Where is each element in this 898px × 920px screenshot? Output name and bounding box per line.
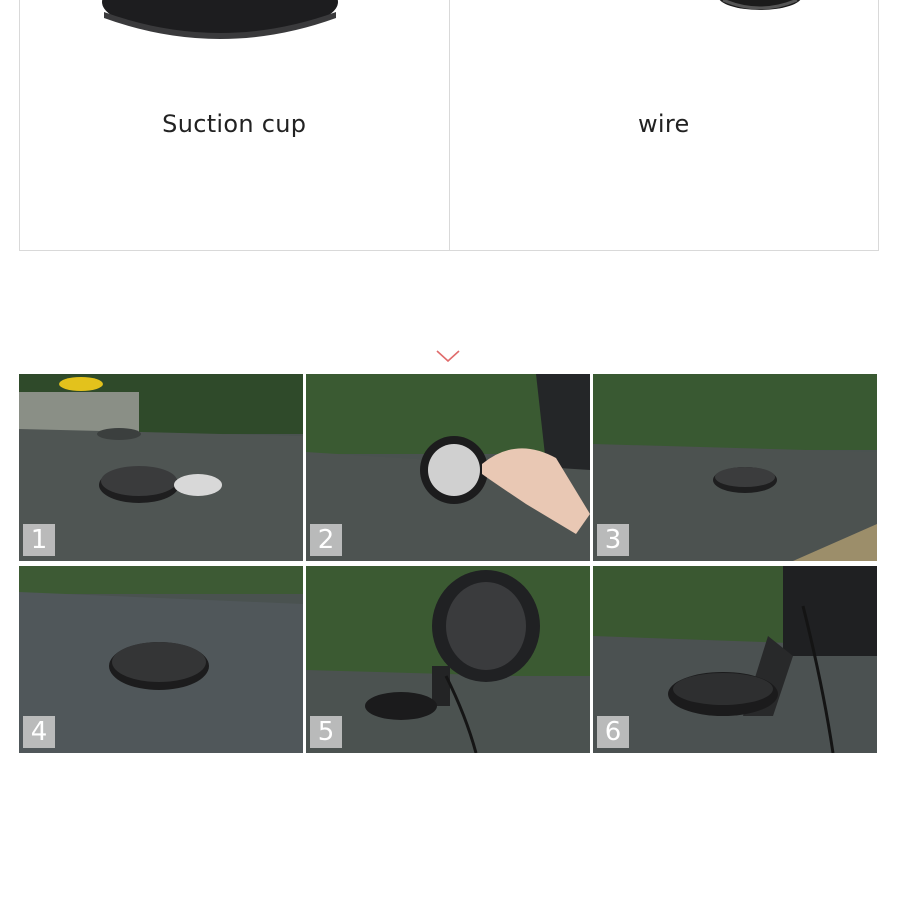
disc-close-up-icon: [19, 566, 303, 753]
disc-on-dashboard-icon: [593, 374, 877, 561]
fan-mounted-icon: [306, 566, 590, 753]
step-number-badge: 1: [23, 524, 55, 556]
part-label: wire: [637, 110, 690, 138]
hand-peeling-disc-icon: [306, 374, 590, 561]
step-1-photo: 1: [19, 374, 303, 561]
step-5-photo: 5: [306, 566, 590, 753]
step-2-photo: 2: [306, 374, 590, 561]
fan-mount-close-up-icon: [593, 566, 877, 753]
parts-panel: Suction cup wire: [19, 0, 879, 251]
suction-cup-icon: [102, 0, 338, 39]
step-4-photo: 4: [19, 566, 303, 753]
part-suction-cup: Suction cup: [20, 0, 449, 250]
wire-icon: [719, 0, 800, 10]
suction-pad-and-sticker-icon: [19, 374, 303, 561]
part-label: Suction cup: [162, 110, 307, 138]
step-3-photo: 3: [593, 374, 877, 561]
step-number-badge: 2: [310, 524, 342, 556]
step-number-badge: 4: [23, 716, 55, 748]
installation-steps: 1 2 3 4 5 6: [19, 374, 877, 754]
step-number-badge: 6: [597, 716, 629, 748]
step-number-badge: 3: [597, 524, 629, 556]
chevron-down-icon: [436, 350, 460, 362]
step-number-badge: 5: [310, 716, 342, 748]
step-6-photo: 6: [593, 566, 877, 753]
part-wire: wire: [448, 0, 879, 250]
